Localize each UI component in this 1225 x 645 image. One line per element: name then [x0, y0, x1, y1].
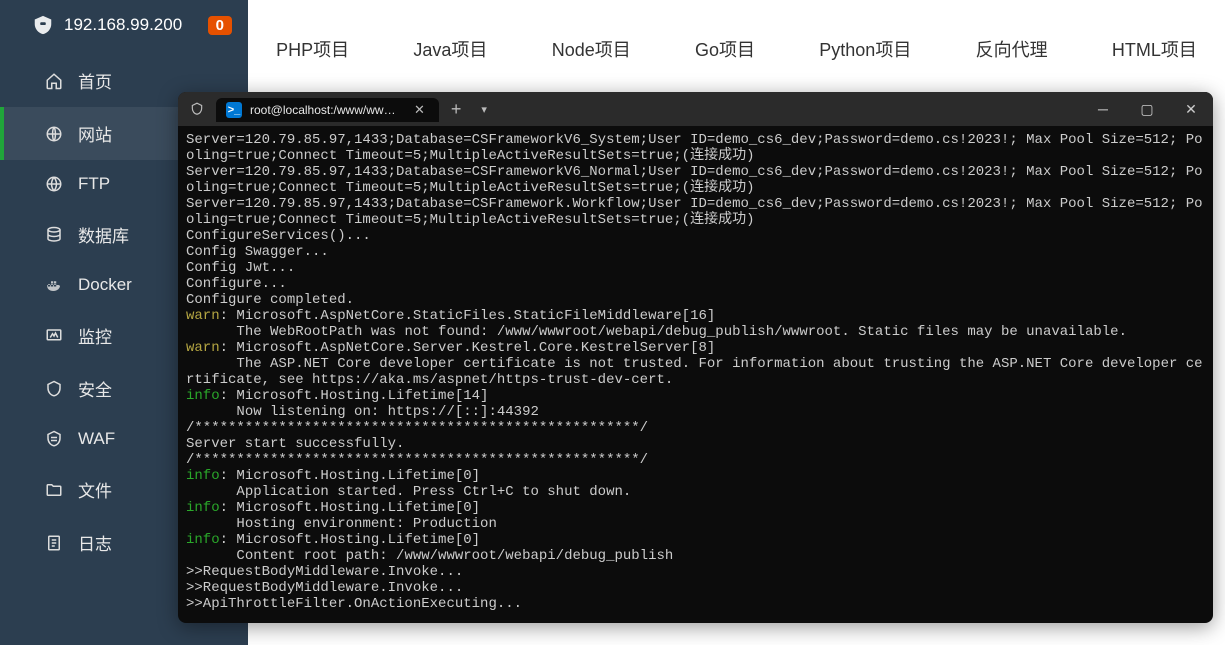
shield-icon — [44, 379, 64, 399]
notification-badge[interactable]: 0 — [208, 16, 232, 35]
terminal-maximize-icon[interactable]: ▢ — [1125, 92, 1169, 126]
globe-icon — [44, 124, 64, 144]
tab-item[interactable]: Java项目 — [405, 28, 495, 70]
tab-item[interactable]: HTML项目 — [1104, 28, 1205, 70]
terminal-tab-title: root@localhost:/www/wwwro — [250, 103, 400, 117]
terminal-new-tab-icon[interactable]: + — [439, 99, 474, 120]
docker-icon — [44, 275, 64, 295]
sidebar-item-label: Docker — [78, 275, 132, 295]
terminal-shield-icon — [178, 102, 216, 116]
sidebar-item-label: 数据库 — [78, 222, 129, 247]
panel-logo-icon — [32, 14, 54, 36]
sidebar-item-label: 监控 — [78, 323, 112, 348]
sidebar-header: 192.168.99.200 0 — [0, 0, 248, 54]
terminal-tab[interactable]: >_ root@localhost:/www/wwwro ✕ — [216, 98, 439, 122]
database-icon — [44, 225, 64, 245]
sidebar-item-label: 首页 — [78, 68, 112, 93]
tab-item[interactable]: Go项目 — [687, 28, 763, 70]
sidebar-item-label: 日志 — [78, 530, 112, 555]
terminal-close-icon[interactable]: ✕ — [1169, 92, 1213, 126]
project-tabs: PHP项目 Java项目 Node项目 Go项目 Python项目 反向代理 HTML项目 — [248, 0, 1225, 88]
server-ip: 192.168.99.200 — [64, 15, 198, 35]
terminal-dropdown-icon[interactable]: ▾ — [473, 103, 495, 116]
terminal-tab-close-icon[interactable]: ✕ — [408, 102, 431, 118]
terminal-window: >_ root@localhost:/www/wwwro ✕ + ▾ ─ ▢ ✕… — [178, 92, 1213, 623]
folder-icon — [44, 480, 64, 500]
tab-item[interactable]: Python项目 — [811, 28, 919, 70]
tab-item[interactable]: PHP项目 — [268, 28, 357, 70]
terminal-titlebar: >_ root@localhost:/www/wwwro ✕ + ▾ ─ ▢ ✕ — [178, 92, 1213, 126]
monitor-icon — [44, 326, 64, 346]
terminal-minimize-icon[interactable]: ─ — [1081, 92, 1125, 126]
sidebar-item-label: WAF — [78, 429, 115, 449]
powershell-icon: >_ — [226, 102, 242, 118]
sidebar-item-label: 安全 — [78, 376, 112, 401]
log-icon — [44, 533, 64, 553]
sidebar-item-label: FTP — [78, 174, 110, 194]
tab-item[interactable]: 反向代理 — [968, 28, 1056, 70]
ftp-icon — [44, 174, 64, 194]
sidebar-item-label: 网站 — [78, 121, 112, 146]
terminal-output[interactable]: Server=120.79.85.97,1433;Database=CSFram… — [178, 126, 1213, 623]
sidebar-item-label: 文件 — [78, 477, 112, 502]
main-area: PHP项目Java项目Node项目Go项目Python项目反向代理HTML项目 … — [248, 0, 1225, 645]
waf-icon — [44, 429, 64, 449]
home-icon — [44, 71, 64, 91]
tab-item[interactable]: Node项目 — [544, 28, 639, 70]
